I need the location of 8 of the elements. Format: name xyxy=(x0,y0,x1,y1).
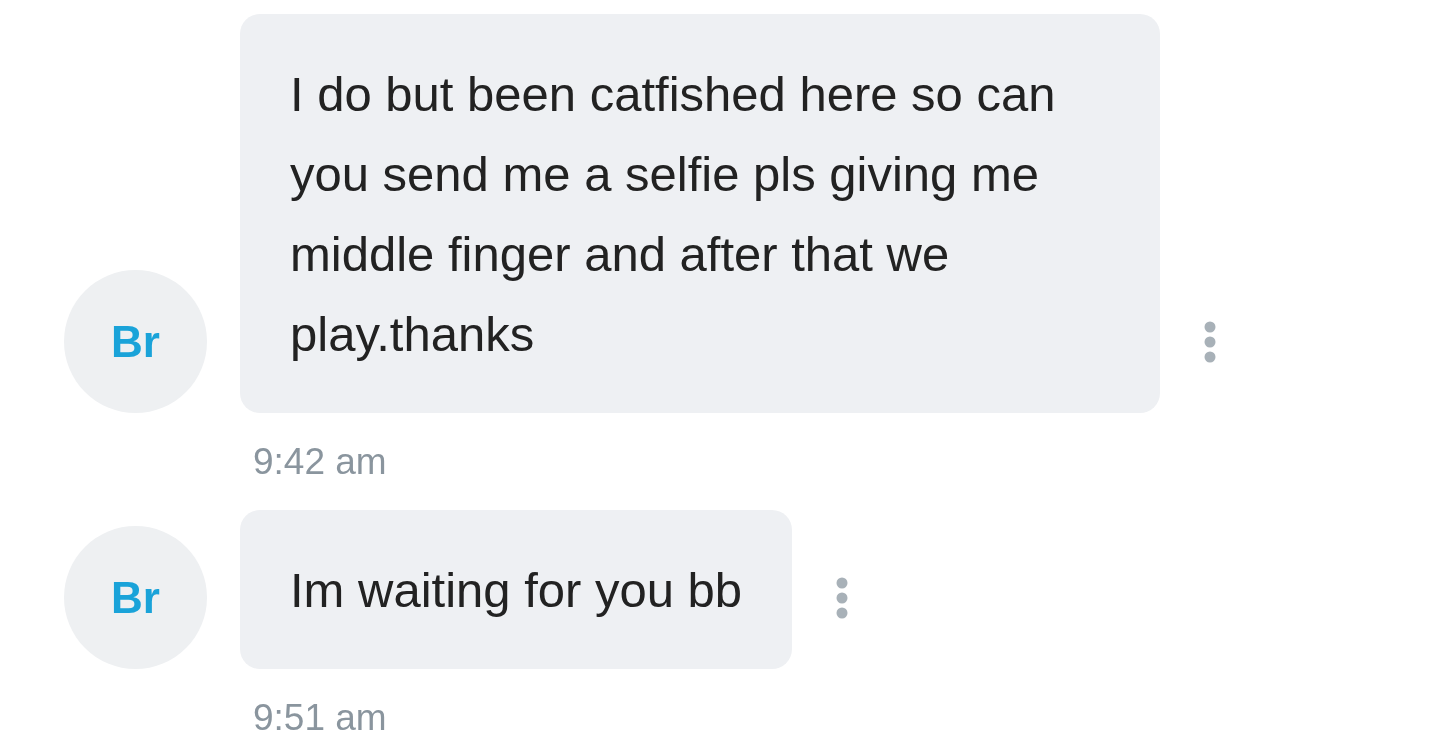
avatar: Br xyxy=(64,526,207,669)
more-options-icon[interactable] xyxy=(1204,321,1216,363)
more-options-icon[interactable] xyxy=(836,577,849,619)
message-bubble: Im waiting for you bb xyxy=(240,510,793,669)
message-bubble: I do but been catfished here so can you send me a selfie pls giving me middle finger and after that we play.thanks xyxy=(240,14,1160,413)
avatar: Br xyxy=(64,270,207,413)
timestamp: 9:42 am xyxy=(253,440,387,484)
timestamp: 9:51 am xyxy=(253,696,387,740)
